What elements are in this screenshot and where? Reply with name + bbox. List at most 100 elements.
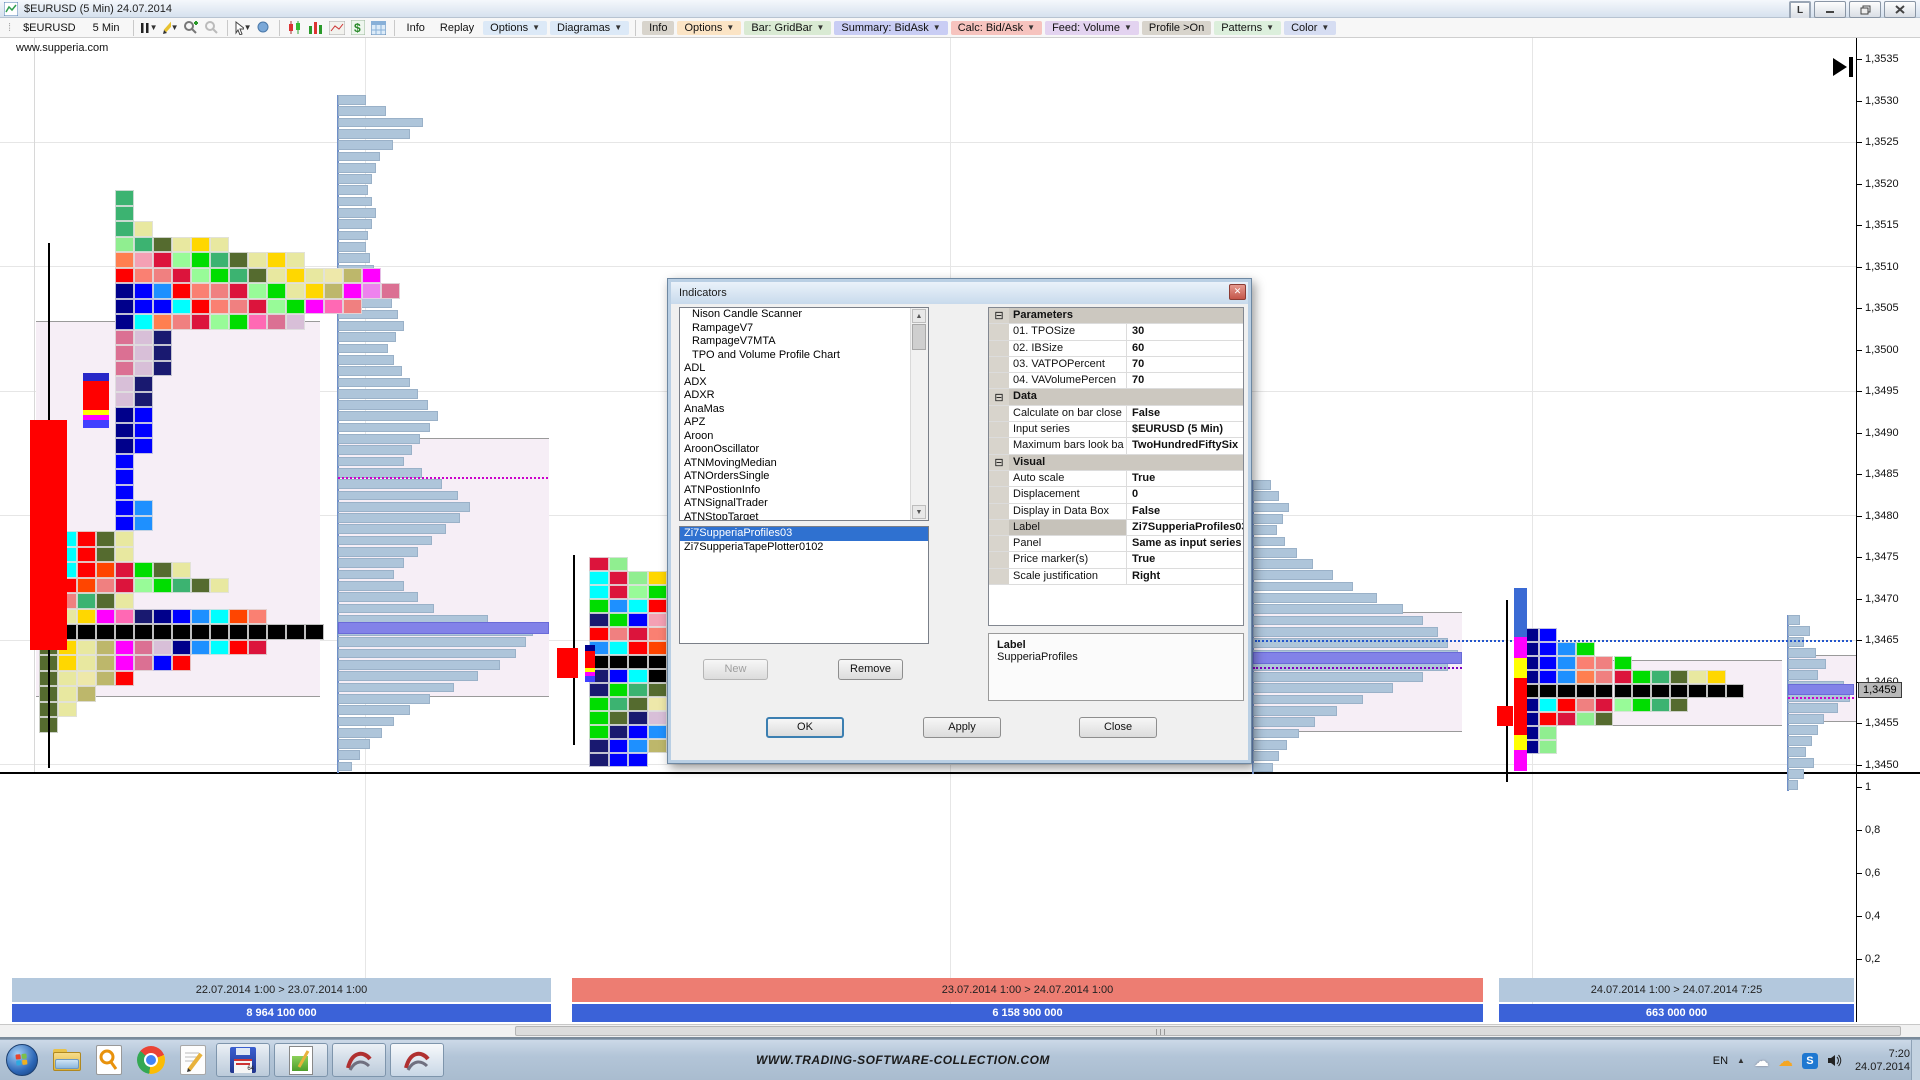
cursor-tool-icon[interactable]: ▼ <box>234 20 252 36</box>
property-value[interactable]: True <box>1127 471 1243 486</box>
indicator-list-item[interactable]: ATNSignalTrader <box>680 497 910 511</box>
start-button[interactable] <box>6 1044 38 1076</box>
options-chip[interactable]: Options▼ <box>677 21 741 35</box>
new-button[interactable]: New <box>703 659 768 680</box>
selected-indicator-item[interactable]: Zi7SupperiaProfiles03 <box>680 527 928 541</box>
profile-on-chip[interactable]: Profile >On <box>1142 21 1211 35</box>
indicator-list-item[interactable]: ATNOrdersSingle <box>680 470 910 484</box>
summary-bidask-menu[interactable]: Summary: BidAsk▼ <box>834 21 947 35</box>
close-button-dialog[interactable]: Close <box>1079 717 1157 738</box>
property-value[interactable]: 70 <box>1127 357 1243 372</box>
apply-button[interactable]: Apply <box>923 717 1001 738</box>
info-button[interactable]: Info <box>401 21 431 35</box>
property-row[interactable]: 03. VATPOPercent70 <box>989 357 1243 373</box>
cloud-icon[interactable]: ☁ <box>1754 1052 1769 1070</box>
taskbar-app-floppy[interactable]: 64 <box>216 1043 270 1077</box>
indicator-list-item[interactable]: ATNMovingMedian <box>680 457 910 471</box>
property-value[interactable]: True <box>1127 552 1243 567</box>
property-value[interactable]: TwoHundredFiftySix <box>1127 438 1243 453</box>
line-chart-icon[interactable] <box>328 20 346 36</box>
property-section-header[interactable]: ⊟Visual <box>989 455 1243 471</box>
remove-button[interactable]: Remove <box>838 659 903 680</box>
property-row[interactable]: Auto scaleTrue <box>989 471 1243 487</box>
options-menu[interactable]: Options▼ <box>483 21 547 35</box>
indicator-list-item[interactable]: APZ <box>680 416 910 430</box>
taskbar-app-ninjatrader-1[interactable] <box>332 1043 386 1077</box>
tray-expand-icon[interactable]: ▲ <box>1737 1056 1745 1065</box>
collapse-icon[interactable]: ⊟ <box>989 389 1009 404</box>
indicator-list-item[interactable]: AroonOscillator <box>680 443 910 457</box>
taskbar-app-journal[interactable] <box>274 1043 328 1077</box>
property-section-header[interactable]: ⊟Parameters <box>989 308 1243 324</box>
zoom-out-icon[interactable] <box>203 20 221 36</box>
selected-indicators-list[interactable]: Zi7SupperiaProfiles03Zi7SupperiaTapePlot… <box>679 526 929 644</box>
scroll-up-icon[interactable]: ▲ <box>912 309 926 323</box>
property-row[interactable]: Scale justificationRight <box>989 569 1243 585</box>
horizontal-scrollbar[interactable] <box>0 1024 1920 1037</box>
candlestick-icon[interactable] <box>286 20 304 36</box>
feed-volume-menu[interactable]: Feed: Volume▼ <box>1045 21 1139 35</box>
symbol-selector[interactable]: $EURUSD <box>16 21 83 35</box>
skype-icon[interactable]: S <box>1802 1053 1818 1069</box>
indicator-list-item[interactable]: ADL <box>680 362 910 376</box>
property-value[interactable]: 60 <box>1127 341 1243 356</box>
indicator-list-item[interactable]: ADX <box>680 376 910 390</box>
property-value[interactable]: $EURUSD (5 Min) <box>1127 422 1243 437</box>
zoom-in-icon[interactable] <box>182 20 200 36</box>
property-value[interactable]: 30 <box>1127 324 1243 339</box>
indicator-list-item[interactable]: RampageV7MTA <box>680 335 910 349</box>
bar-type-icon[interactable]: ▼ <box>140 20 158 36</box>
taskbar-app-ninjatrader-2[interactable] <box>390 1043 444 1077</box>
property-row[interactable]: Input series$EURUSD (5 Min) <box>989 422 1243 438</box>
property-row[interactable]: Maximum bars look baTwoHundredFiftySix <box>989 438 1243 454</box>
draw-pencil-icon[interactable]: ▼ <box>161 20 179 36</box>
selected-indicator-item[interactable]: Zi7SupperiaTapePlotter0102 <box>680 541 928 555</box>
property-row[interactable]: Displacement0 <box>989 487 1243 503</box>
property-row[interactable]: PanelSame as input series <box>989 536 1243 552</box>
property-row[interactable]: Calculate on bar closeFalse <box>989 406 1243 422</box>
search-icon[interactable] <box>89 1043 129 1077</box>
indicator-list-item[interactable]: RampageV7 <box>680 322 910 336</box>
calc-bidask-menu[interactable]: Calc: Bid/Ask▼ <box>951 21 1042 35</box>
speaker-icon[interactable] <box>1827 1054 1842 1067</box>
list-scrollbar[interactable]: ▲ ▼ <box>910 308 928 520</box>
property-section-header[interactable]: ⊟Data <box>989 389 1243 405</box>
info-chip[interactable]: Info <box>642 21 674 35</box>
indicator-list-item[interactable]: ATNStopTarget <box>680 511 910 522</box>
notepad-icon[interactable] <box>173 1043 213 1077</box>
go-to-end-icon[interactable] <box>1831 56 1857 78</box>
property-row[interactable]: 02. IBSize60 <box>989 341 1243 357</box>
property-value[interactable]: False <box>1127 406 1243 421</box>
minimize-button[interactable] <box>1814 1 1846 18</box>
property-row[interactable]: Price marker(s)True <box>989 552 1243 568</box>
ok-button[interactable]: OK <box>766 717 844 738</box>
replay-button[interactable]: Replay <box>434 21 480 35</box>
explorer-icon[interactable] <box>47 1043 87 1077</box>
dialog-titlebar[interactable]: Indicators <box>671 282 1248 304</box>
bar-gridbar-menu[interactable]: Bar: GridBar▼ <box>744 21 831 35</box>
property-value[interactable]: Right <box>1127 569 1243 584</box>
indicator-list-item[interactable]: Aroon <box>680 430 910 444</box>
property-value[interactable]: False <box>1127 504 1243 519</box>
toolbar-grip[interactable]: ⁞ <box>8 22 9 34</box>
available-indicators-list[interactable]: ▲ ▼ Nison Candle ScannerRampageV7Rampage… <box>679 307 929 521</box>
clock[interactable]: 7:20 24.07.2014 <box>1855 1048 1910 1074</box>
collapse-icon[interactable]: ⊟ <box>989 308 1009 323</box>
scroll-down-icon[interactable]: ▼ <box>912 505 926 519</box>
weather-icon[interactable]: ☁ <box>1778 1052 1793 1070</box>
property-value[interactable]: 70 <box>1127 373 1243 388</box>
language-indicator[interactable]: EN <box>1713 1055 1728 1067</box>
indicator-list-item[interactable]: Nison Candle Scanner <box>680 308 910 322</box>
indicator-list-item[interactable]: ATNPostionInfo <box>680 484 910 498</box>
patterns-menu[interactable]: Patterns▼ <box>1214 21 1281 35</box>
restore-button[interactable] <box>1849 1 1881 18</box>
close-button[interactable] <box>1884 1 1916 18</box>
indicator-list-item[interactable]: AnaMas <box>680 403 910 417</box>
dollar-icon[interactable]: $ <box>349 20 367 36</box>
scroll-thumb[interactable] <box>912 324 926 350</box>
property-grid[interactable]: ⊟Parameters01. TPOSize3002. IBSize6003. … <box>988 307 1244 626</box>
property-value[interactable]: 0 <box>1127 487 1243 502</box>
chrome-icon[interactable] <box>131 1043 171 1077</box>
property-value[interactable]: Same as input series <box>1127 536 1243 551</box>
dialog-close-icon[interactable]: ✕ <box>1229 284 1246 300</box>
